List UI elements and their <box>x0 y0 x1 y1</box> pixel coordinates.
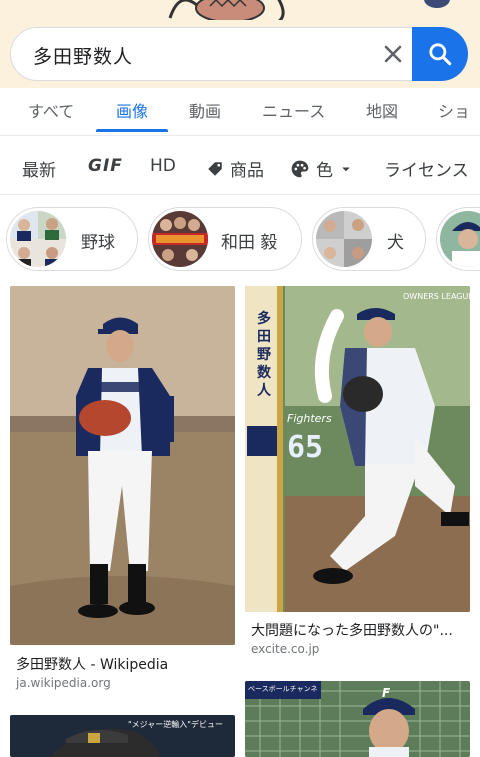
card-league: OWNERS LEAGUE <box>403 292 470 301</box>
search-button[interactable] <box>412 27 468 81</box>
chip-thumbnail <box>10 211 66 267</box>
result-thumbnail[interactable]: "メジャー逆輸入"デビュー <box>10 715 235 757</box>
result-caption: "メジャー逆輸入"デビュー <box>128 720 223 729</box>
result-source: excite.co.jp <box>251 642 320 656</box>
account-avatar[interactable] <box>424 0 450 8</box>
card-player-name: 多田野数人 <box>257 311 271 399</box>
chip-label: 犬 <box>387 233 404 253</box>
card-team-script: Fighters <box>287 412 332 425</box>
tab-shopping[interactable]: ショ <box>438 98 470 122</box>
image-result[interactable]: "メジャー逆輸入"デビュー <box>10 715 235 757</box>
filter-hd[interactable]: HD <box>150 156 176 176</box>
tab-all[interactable]: すべて <box>28 98 74 122</box>
filter-recent[interactable]: 最新 <box>22 156 56 181</box>
image-result[interactable]: ベースボールチャンネル F <box>245 681 470 757</box>
filter-products[interactable]: 商品 <box>206 156 264 181</box>
search-icon <box>429 43 452 66</box>
tab-videos[interactable]: 動画 <box>189 98 221 122</box>
doodle-illustration <box>168 0 285 20</box>
chip-thumbnail <box>316 211 372 267</box>
chip-label: 野球 <box>81 233 115 253</box>
active-tab-indicator <box>96 129 168 132</box>
related-searches: 野球 和田 毅 犬 <box>0 195 480 281</box>
search-tabs: すべて 画像 動画 ニュース 地図 ショ <box>0 88 480 136</box>
result-thumbnail[interactable]: 多田野数人 65 OWNERS LEAGUE Fighters <box>245 286 470 612</box>
chip-wada-tsuyoshi[interactable]: 和田 毅 <box>148 207 302 271</box>
filter-products-label: 商品 <box>230 161 264 181</box>
chip-thumbnail <box>440 211 480 267</box>
filter-bar: 最新 GIF HD 商品 色 ライセンス <box>0 136 480 194</box>
tab-news[interactable]: ニュース <box>262 98 325 122</box>
chip-thumbnail <box>152 211 208 267</box>
filter-gif[interactable]: GIF <box>88 156 123 176</box>
search-input[interactable]: 多田野数人 <box>33 42 133 69</box>
caret-down-icon <box>342 167 350 171</box>
palette-icon <box>290 159 310 179</box>
tag-icon <box>206 160 224 178</box>
result-banner: ベースボールチャンネル <box>248 685 318 693</box>
result-title[interactable]: 大問題になった多田野数人の"... <box>251 620 466 640</box>
filter-color[interactable]: 色 <box>290 156 355 181</box>
search-header: 多田野数人 <box>0 20 480 88</box>
tab-images[interactable]: 画像 <box>116 98 148 122</box>
filter-color-label: 色 <box>316 161 333 181</box>
cap-logo: F <box>382 686 391 700</box>
card-number: 65 <box>287 430 324 465</box>
image-result[interactable]: 多田野数人 - Wikipedia ja.wikipedia.org <box>10 286 235 696</box>
chip-dog[interactable]: 犬 <box>312 207 426 271</box>
close-icon[interactable] <box>381 42 405 66</box>
doodle-banner[interactable] <box>0 0 480 20</box>
image-result[interactable]: 多田野数人 65 OWNERS LEAGUE Fighters 大問題になった多… <box>245 286 470 666</box>
chip-label: 和田 毅 <box>221 233 278 253</box>
search-box[interactable]: 多田野数人 <box>10 27 468 81</box>
tab-maps[interactable]: 地図 <box>366 98 398 122</box>
result-thumbnail[interactable] <box>10 286 235 645</box>
result-source: ja.wikipedia.org <box>16 676 111 690</box>
result-title[interactable]: 多田野数人 - Wikipedia <box>16 654 231 674</box>
chip-partial[interactable] <box>436 207 480 271</box>
result-thumbnail[interactable]: ベースボールチャンネル F <box>245 681 470 757</box>
filter-license[interactable]: ライセンス <box>384 156 469 181</box>
chip-baseball[interactable]: 野球 <box>6 207 138 271</box>
